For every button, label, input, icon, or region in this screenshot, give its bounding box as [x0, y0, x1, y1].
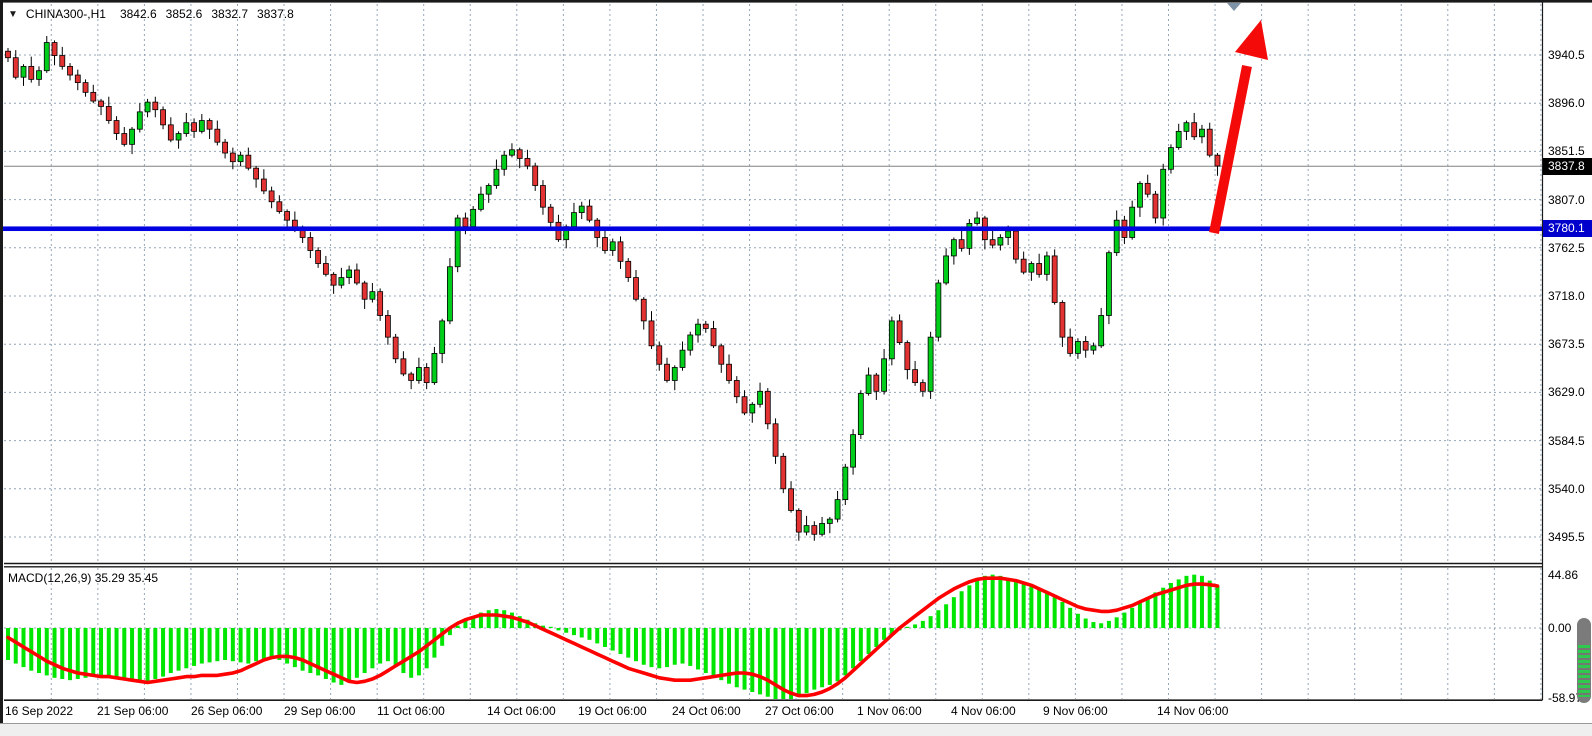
price-axis-label: 3673.5 — [1548, 336, 1592, 352]
price-axis-label: 3629.0 — [1548, 384, 1592, 400]
ohlc-low: 3832.7 — [211, 7, 248, 21]
time-axis-label: 14 Oct 06:00 — [487, 704, 556, 719]
trend-arrow[interactable] — [1214, 20, 1268, 233]
time-axis-label: 11 Oct 06:00 — [377, 704, 445, 719]
candles-series[interactable] — [6, 36, 1220, 541]
time-axis-label: 16 Sep 2022 — [5, 704, 73, 719]
symbol-label: CHINA300-,H1 — [26, 7, 106, 21]
time-axis-label: 4 Nov 06:00 — [951, 704, 1016, 719]
price-axis-label: 3540.0 — [1548, 481, 1592, 497]
macd-indicator-label: MACD(12,26,9) 35.29 35.45 — [8, 571, 158, 585]
grid-lines — [4, 4, 1542, 699]
price-axis-label: 3718.0 — [1548, 288, 1592, 304]
symbol-dropdown-icon[interactable]: ▼ — [8, 9, 18, 20]
ohlc-high: 3852.6 — [166, 7, 203, 21]
price-axis-label: 3807.0 — [1548, 192, 1592, 208]
ohlc-close: 3837.8 — [257, 7, 294, 21]
chart-header: ▼ CHINA300-,H1 3842.6 3852.6 3832.7 3837… — [8, 6, 303, 22]
time-axis-label: 24 Oct 06:00 — [672, 704, 741, 719]
macd-axis-label: 44.86 — [1548, 567, 1592, 583]
ohlc-open: 3842.6 — [120, 7, 157, 21]
scrollbar-thumb[interactable] — [1577, 618, 1591, 703]
time-axis-label: 1 Nov 06:00 — [857, 704, 922, 719]
price-axis-label: 3762.5 — [1548, 240, 1592, 256]
mt4-chart-window: ▼ CHINA300-,H1 3842.6 3852.6 3832.7 3837… — [0, 0, 1592, 735]
scrollbar-stripes-icon — [1578, 645, 1590, 697]
price-axis-label: 3495.5 — [1548, 529, 1592, 545]
time-axis-label: 26 Sep 06:00 — [191, 704, 262, 719]
price-axis-label: 3896.0 — [1548, 95, 1592, 111]
time-axis-label: 21 Sep 06:00 — [97, 704, 168, 719]
time-axis-label: 29 Sep 06:00 — [284, 704, 355, 719]
price-chart-canvas[interactable] — [0, 0, 1592, 735]
current-price-tag: 3837.8 — [1543, 158, 1592, 175]
time-axis-label: 19 Oct 06:00 — [578, 704, 647, 719]
macd-histogram — [6, 575, 1219, 699]
support-resistance-line[interactable] — [0, 226, 1592, 231]
time-axis-label: 9 Nov 06:00 — [1043, 704, 1108, 719]
time-axis-label: 27 Oct 06:00 — [765, 704, 834, 719]
chart-shift-marker-icon[interactable] — [1227, 3, 1241, 11]
time-axis-label: 14 Nov 06:00 — [1157, 704, 1228, 719]
window-bottom-edge — [0, 723, 1592, 736]
price-axis-label: 3584.5 — [1548, 433, 1592, 449]
support-line-price-tag: 3780.1 — [1543, 220, 1592, 237]
price-axis-label: 3940.5 — [1548, 47, 1592, 63]
